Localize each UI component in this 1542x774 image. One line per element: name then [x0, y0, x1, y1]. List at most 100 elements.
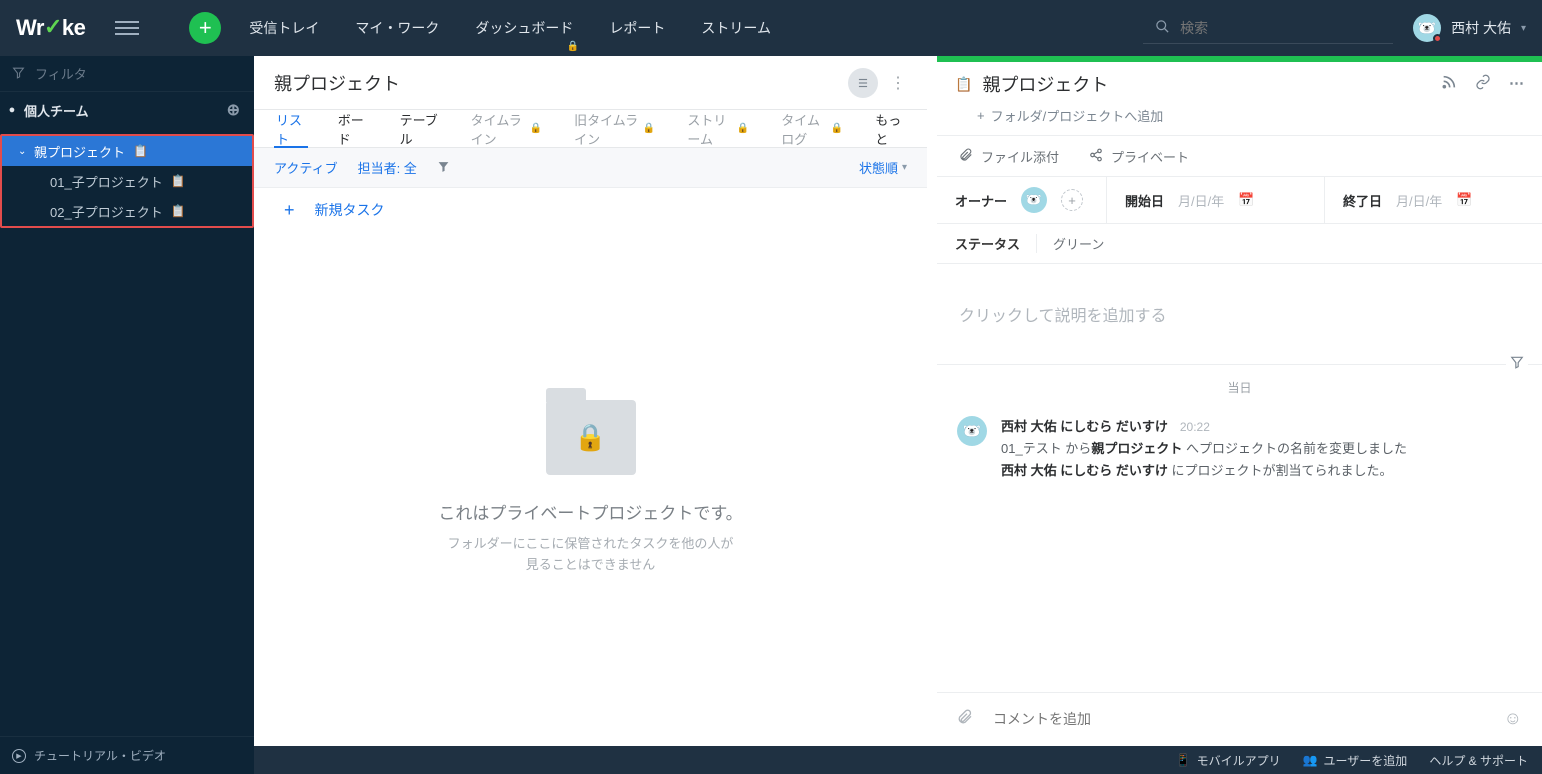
center-panel: 親プロジェクト ⋮ リスト ボード テーブル タイムライン🔒 旧タイムライン🔒 …	[254, 56, 927, 744]
owner-avatar[interactable]: 🐻‍❄️	[1021, 187, 1047, 213]
play-icon: ▶	[12, 749, 26, 763]
add-button[interactable]: +	[189, 12, 221, 44]
sidebar-tutorial[interactable]: ▶ チュートリアル・ビデオ	[0, 736, 254, 774]
end-date-input[interactable]: 月/日/年	[1396, 191, 1442, 210]
detail-panel: 📋 親プロジェクト ⋯ + フォルダ/プロジェクトへ追加 ファイル添付	[937, 56, 1542, 744]
status-value[interactable]: グリーン	[1036, 234, 1104, 253]
calendar-icon[interactable]: 📅	[1456, 192, 1472, 208]
owner-label: オーナー	[955, 191, 1007, 210]
activity-avatar: 🐻‍❄️	[957, 416, 987, 446]
detail-title[interactable]: 親プロジェクト	[982, 71, 1431, 97]
description-input[interactable]: クリックして説明を追加する	[937, 264, 1542, 364]
clipboard-icon: 📋	[133, 144, 148, 158]
lock-icon: 🔒	[530, 123, 542, 134]
attach-file-button[interactable]: ファイル添付	[959, 147, 1059, 166]
hamburger-icon[interactable]	[115, 16, 139, 40]
tree-item-parent[interactable]: ⌄ 親プロジェクト 📋	[2, 136, 252, 166]
plus-icon: +	[977, 108, 985, 123]
nav-stream[interactable]: ストリーム	[701, 18, 771, 38]
status-label: ステータス	[955, 234, 1020, 253]
comment-input[interactable]	[993, 711, 1484, 727]
private-button[interactable]: プライベート	[1089, 147, 1189, 166]
nav-inbox[interactable]: 受信トレイ	[249, 18, 319, 38]
lock-icon: 🔒	[831, 123, 843, 134]
tab-list[interactable]: リスト	[274, 110, 308, 147]
tab-timelog[interactable]: タイムログ🔒	[779, 110, 845, 147]
tab-timeline[interactable]: タイムライン🔒	[469, 110, 544, 147]
sidebar-tutorial-label: チュートリアル・ビデオ	[34, 747, 166, 764]
view-tabs: リスト ボード テーブル タイムライン🔒 旧タイムライン🔒 ストリーム🔒 タイム…	[254, 110, 927, 148]
tab-stream[interactable]: ストリーム🔒	[685, 110, 751, 147]
search-icon	[1155, 19, 1170, 37]
tab-table[interactable]: テーブル	[398, 110, 441, 147]
activity-item: 🐻‍❄️ 西村 大佑 にしむら だいすけ20:22 01_テスト から親プロジェ…	[937, 410, 1542, 496]
logo-text-pre: Wr	[16, 15, 44, 40]
chevron-down-icon: ▾	[1521, 23, 1526, 34]
add-user-link[interactable]: 👥ユーザーを追加	[1303, 752, 1408, 769]
sidebar-team[interactable]: ● 個人チーム ⊕	[0, 92, 254, 128]
sidebar-filter[interactable]: フィルタ	[0, 56, 254, 92]
nav-items: 受信トレイ マイ・ワーク ダッシュボード🔒 レポート ストリーム	[249, 18, 771, 38]
clipboard-icon: 📋	[955, 76, 972, 93]
tree-item-label: 親プロジェクト	[34, 142, 125, 161]
details-toggle-button[interactable]	[848, 68, 878, 98]
help-link[interactable]: ヘルプ & サポート	[1429, 752, 1528, 769]
filter-bar: アクティブ 担当者: 全 状態順 ▾	[254, 148, 927, 188]
folder-lock-icon: 🔒	[546, 400, 636, 475]
filter-active[interactable]: アクティブ	[274, 158, 338, 177]
tree-item-label: 02_子プロジェクト	[50, 202, 163, 221]
tree-item-child-1[interactable]: 01_子プロジェクト 📋	[2, 166, 252, 196]
start-date-input[interactable]: 月/日/年	[1178, 191, 1224, 210]
plus-icon: +	[284, 200, 295, 221]
clipboard-icon: 📋	[171, 174, 186, 188]
highlight-box: ⌄ 親プロジェクト 📋 01_子プロジェクト 📋 02_子プロジェクト 📋	[0, 134, 254, 228]
chevron-down-icon: ⌄	[18, 146, 30, 157]
paperclip-icon	[959, 148, 973, 165]
user-name: 西村 大佑	[1451, 18, 1511, 38]
add-to-folder[interactable]: + フォルダ/プロジェクトへ追加	[937, 106, 1542, 135]
new-task-label: 新規タスク	[315, 200, 385, 220]
empty-title: これはプライベートプロジェクトです。	[438, 499, 742, 524]
more-icon[interactable]: ⋯	[1509, 74, 1524, 94]
user-menu[interactable]: 🐻‍❄️ 西村 大佑 ▾	[1413, 14, 1526, 42]
nav-mywork[interactable]: マイ・ワーク	[355, 18, 439, 38]
top-nav: Wr✓ke + 受信トレイ マイ・ワーク ダッシュボード🔒 レポート ストリーム…	[0, 0, 1542, 56]
filter-icon[interactable]	[437, 160, 450, 176]
new-task-button[interactable]: + 新規タスク	[254, 188, 927, 232]
tree-item-child-2[interactable]: 02_子プロジェクト 📋	[2, 196, 252, 226]
search-input[interactable]	[1180, 20, 1381, 36]
empty-subtitle: フォルダーにここに保管されたタスクを他の人が 見ることはできません	[448, 534, 734, 576]
add-team-icon[interactable]: ⊕	[227, 100, 240, 120]
nav-report[interactable]: レポート	[609, 18, 665, 38]
chevron-down-icon: ▾	[902, 162, 907, 173]
rss-icon[interactable]	[1441, 74, 1457, 94]
emoji-icon[interactable]: ☺	[1504, 708, 1522, 729]
mobile-app-link[interactable]: 📱モバイルアプリ	[1176, 752, 1281, 769]
sort-dropdown[interactable]: 状態順 ▾	[859, 158, 907, 177]
tab-board[interactable]: ボード	[336, 110, 370, 147]
empty-state: 🔒 これはプライベートプロジェクトです。 フォルダーにここに保管されたタスクを他…	[254, 232, 927, 744]
share-icon	[1089, 148, 1103, 165]
filter-assignee[interactable]: 担当者: 全	[358, 158, 417, 177]
link-icon[interactable]	[1475, 74, 1491, 94]
activity-date: 当日	[937, 365, 1542, 410]
activity-filter-icon[interactable]	[1506, 355, 1528, 372]
sidebar-filter-label: フィルタ	[35, 64, 87, 83]
bottom-bar: 📱モバイルアプリ 👥ユーザーを追加 ヘルプ & サポート	[254, 746, 1542, 774]
more-icon[interactable]: ⋮	[890, 73, 907, 93]
tab-old-timeline[interactable]: 旧タイムライン🔒	[572, 110, 657, 147]
paperclip-icon[interactable]	[957, 709, 973, 728]
mobile-icon: 📱	[1176, 753, 1191, 767]
calendar-icon[interactable]: 📅	[1238, 192, 1254, 208]
lock-icon: 🔒	[567, 41, 579, 52]
add-user-icon: 👥	[1303, 753, 1318, 767]
sidebar: フィルタ ● 個人チーム ⊕ ⌄ 親プロジェクト 📋 01_子プロジェクト 📋	[0, 56, 254, 774]
tab-more[interactable]: もっと	[873, 110, 907, 147]
tree-item-label: 01_子プロジェクト	[50, 172, 163, 191]
add-owner-button[interactable]: +	[1061, 189, 1083, 211]
search-box[interactable]	[1143, 13, 1393, 44]
logo[interactable]: Wr✓ke	[16, 15, 85, 41]
nav-dashboard[interactable]: ダッシュボード🔒	[475, 18, 573, 38]
activity-author: 西村 大佑 にしむら だいすけ	[1001, 419, 1168, 434]
clipboard-icon: 📋	[171, 204, 186, 218]
